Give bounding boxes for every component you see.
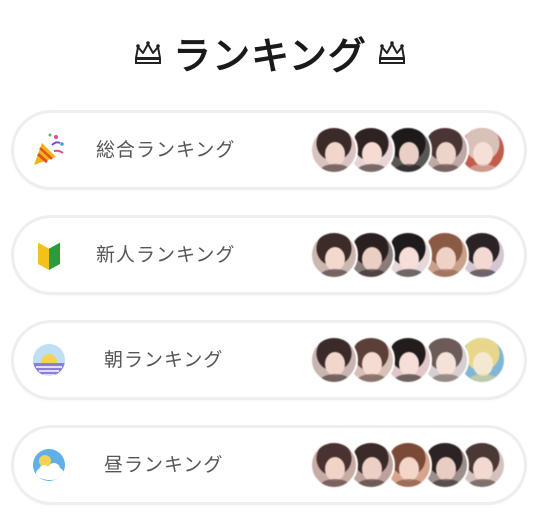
ranking-label: 新人ランキング [96,244,236,266]
ranking-list: 総合ランキング 新人ランキング 朝ランキング 昼ランキング [0,0,540,525]
ranking-label: 昼ランキング [104,454,224,476]
ranking-label: 総合ランキング [96,139,236,161]
avatar-group [310,231,510,281]
avatar [310,231,358,279]
ranking-card-overall[interactable]: 総合ランキング [14,113,524,187]
beginner-mark-icon [37,241,61,270]
avatar [310,336,358,384]
ranking-card-newcomer[interactable]: 新人ランキング [14,218,524,292]
ranking-card-daytime[interactable]: 昼ランキング [14,428,524,502]
ranking-card-morning[interactable]: 朝ランキング [14,323,524,397]
avatar-group [310,336,510,386]
avatar [310,126,358,174]
avatar-group [310,126,510,176]
sun-behind-cloud-icon [33,449,65,481]
ranking-label: 朝ランキング [104,349,224,371]
avatar-group [310,441,510,491]
party-popper-icon [34,133,64,165]
sunrise-icon [33,344,65,376]
avatar [310,441,358,489]
